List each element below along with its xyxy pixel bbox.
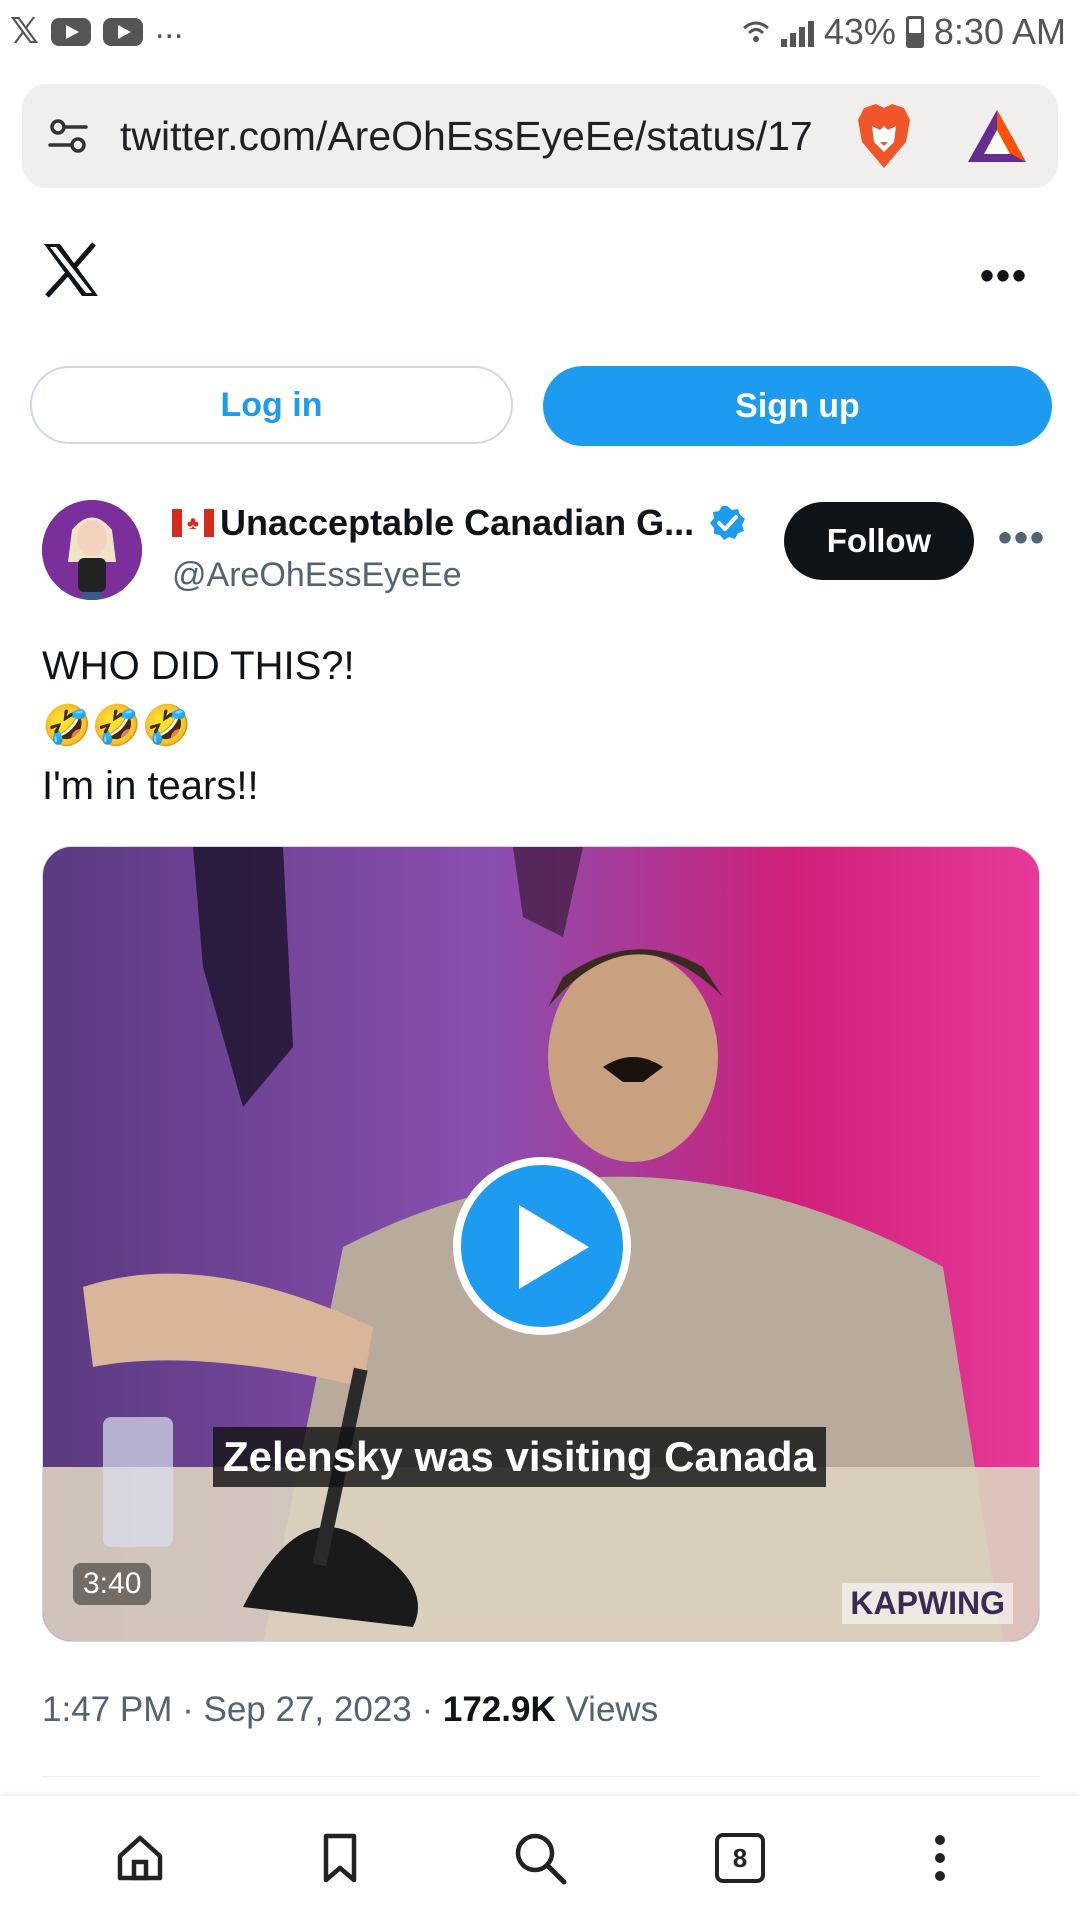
x-logo-icon[interactable]	[42, 242, 100, 298]
tune-icon[interactable]	[46, 114, 90, 158]
nav-home[interactable]	[105, 1823, 175, 1893]
auth-buttons: Log in Sign up	[30, 366, 1052, 446]
tweet-date[interactable]: Sep 27, 2023	[203, 1690, 411, 1729]
youtube-icon	[51, 18, 92, 46]
browser-bottom-nav: 8	[0, 1796, 1080, 1920]
tabs-icon: 8	[715, 1833, 765, 1883]
tweet-text: WHO DID THIS?! 🤣🤣🤣 I'm in tears!!	[42, 636, 355, 816]
follow-button[interactable]: Follow	[784, 502, 974, 580]
verified-badge-icon	[710, 506, 746, 540]
nav-menu[interactable]	[905, 1823, 975, 1893]
search-icon	[515, 1833, 567, 1885]
address-bar[interactable]: twitter.com/AreOhEssEyeEe/status/17	[22, 84, 1058, 188]
x-icon: 𝕏	[10, 11, 40, 52]
status-notifications: 𝕏 ...	[10, 10, 183, 52]
site-header: •••	[0, 230, 1080, 320]
clock: 8:30 AM	[933, 11, 1066, 52]
author-handle[interactable]: @AreOhEssEyeEe	[172, 556, 462, 595]
video-caption: Zelensky was visiting Canada	[213, 1427, 826, 1487]
author-name[interactable]: Unacceptable Canadian G...	[220, 502, 694, 544]
header-more-button[interactable]: •••	[980, 254, 1028, 299]
tweet-text-line: I'm in tears!!	[42, 764, 259, 808]
author-name-row[interactable]: ♣ Unacceptable Canadian G...	[172, 502, 746, 544]
views-label: Views	[565, 1690, 659, 1729]
views-count: 172.9K	[442, 1690, 556, 1729]
signal-icon	[780, 17, 814, 47]
play-button[interactable]	[453, 1157, 631, 1335]
wifi-icon	[742, 21, 769, 42]
canada-flag-icon: ♣	[172, 509, 214, 537]
status-bar: 𝕏 ... 43% 8:30 AM	[0, 0, 1080, 64]
home-icon	[117, 1835, 163, 1881]
tweet-more-button[interactable]: •••	[998, 516, 1046, 561]
more-notifications-icon: ...	[155, 8, 184, 46]
video-duration: 3:40	[73, 1563, 152, 1605]
nav-bookmarks[interactable]	[305, 1823, 375, 1893]
nav-tabs[interactable]: 8	[705, 1823, 775, 1893]
divider	[42, 1776, 1040, 1777]
bookmark-icon	[323, 1833, 357, 1883]
tweet-text-line: WHO DID THIS?!	[42, 644, 355, 688]
video-watermark: KAPWING	[842, 1583, 1013, 1624]
youtube-icon	[103, 18, 144, 46]
avatar-image	[42, 500, 142, 600]
battery-icon	[905, 16, 924, 48]
meta-separator: ·	[182, 1690, 194, 1729]
tweet-emoji-line: 🤣🤣🤣	[42, 703, 192, 749]
brave-lion-icon[interactable]	[854, 102, 914, 170]
tweet-meta: 1:47 PM · Sep 27, 2023 · 172.9K Views	[42, 1690, 658, 1730]
battery-percent: 43%	[823, 11, 896, 52]
tweet-time[interactable]: 1:47 PM	[42, 1690, 172, 1729]
login-button[interactable]: Log in	[30, 366, 513, 444]
nav-search[interactable]	[505, 1823, 575, 1893]
menu-icon	[935, 1835, 945, 1881]
signup-button[interactable]: Sign up	[543, 366, 1052, 446]
avatar[interactable]	[42, 500, 142, 600]
video-player[interactable]: Zelensky was visiting Canada 3:40 KAPWIN…	[42, 846, 1040, 1642]
status-system: 43% 8:30 AM	[741, 11, 1066, 53]
bat-rewards-icon[interactable]	[966, 108, 1028, 164]
meta-separator: ·	[421, 1690, 434, 1729]
url-text[interactable]: twitter.com/AreOhEssEyeEe/status/17	[120, 113, 830, 160]
